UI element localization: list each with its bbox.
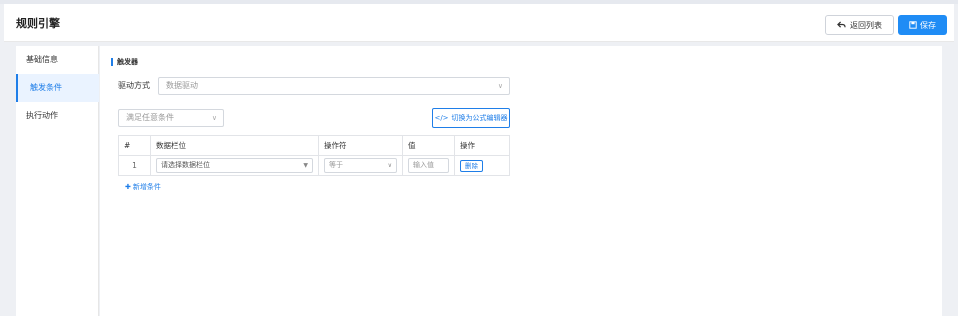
save-button-label: 保存: [920, 20, 936, 30]
table-row: 1 请选择数据栏位 ▼ 等于 ∨ 输入值 删除: [118, 155, 510, 176]
value-input[interactable]: 输入值: [408, 158, 449, 173]
return-arrow-icon: [837, 21, 846, 28]
switch-formula-editor-button[interactable]: </> 切换为公式编辑器: [432, 108, 510, 128]
drive-mode-value: 数据驱动: [166, 81, 198, 90]
code-icon: </>: [434, 114, 449, 122]
value-cell: 输入值: [402, 155, 455, 176]
action-cell: 删除: [454, 155, 510, 176]
operator-select[interactable]: 等于 ∨: [324, 158, 397, 173]
page-title: 规则引擎: [16, 17, 60, 30]
main-panel: 触发器 驱动方式 数据驱动 ∨ 满足任意条件 ∨ </> 切换为公式编辑器 # …: [100, 46, 942, 316]
section-title: 触发器: [111, 57, 138, 67]
save-button[interactable]: 保存: [898, 15, 947, 35]
operator-select-value: 等于: [329, 161, 343, 169]
value-input-placeholder: 输入值: [413, 161, 434, 169]
col-header-field: 数据栏位: [150, 135, 319, 156]
chevron-down-icon: ∨: [497, 82, 503, 90]
sidebar-item-trigger-conditions[interactable]: 触发条件: [16, 74, 99, 102]
chevron-down-icon: ∨: [387, 162, 392, 169]
delete-row-button[interactable]: 删除: [460, 159, 483, 172]
field-cell: 请选择数据栏位 ▼: [150, 155, 319, 176]
field-select-value: 请选择数据栏位: [161, 161, 210, 169]
sidebar: 基础信息 触发条件 执行动作: [16, 46, 99, 316]
col-header-operator: 操作符: [318, 135, 403, 156]
table-header-row: # 数据栏位 操作符 值 操作: [118, 135, 510, 156]
sidebar-item-actions[interactable]: 执行动作: [16, 102, 99, 130]
drive-mode-select[interactable]: 数据驱动 ∨: [158, 77, 510, 95]
section-title-text: 触发器: [117, 58, 138, 66]
add-condition-label: 新增条件: [132, 183, 161, 191]
col-header-action: 操作: [454, 135, 510, 156]
condition-mode-select[interactable]: 满足任意条件 ∨: [118, 109, 224, 127]
sidebar-item-basic-info[interactable]: 基础信息: [16, 46, 99, 74]
chevron-down-icon: ∨: [211, 114, 217, 122]
formula-button-label: 切换为公式编辑器: [451, 114, 508, 122]
operator-cell: 等于 ∨: [318, 155, 403, 176]
row-index: 1: [118, 155, 151, 176]
conditions-table: # 数据栏位 操作符 值 操作 1 请选择数据栏位 ▼ 等于 ∨ 输入值 删除: [118, 135, 510, 176]
drive-mode-label: 驱动方式: [118, 81, 150, 90]
condition-mode-value: 满足任意条件: [126, 113, 174, 122]
back-to-list-button[interactable]: 返回列表: [825, 15, 894, 35]
col-header-index: #: [118, 135, 151, 156]
col-header-value: 值: [402, 135, 455, 156]
field-select[interactable]: 请选择数据栏位 ▼: [156, 158, 313, 173]
back-button-label: 返回列表: [850, 20, 882, 30]
page-header: 规则引擎 返回列表 保存: [4, 4, 954, 42]
caret-down-icon: ▼: [303, 162, 308, 169]
save-icon: [909, 21, 917, 29]
add-condition-button[interactable]: ✚ 新增条件: [125, 182, 161, 192]
section-accent-bar: [111, 58, 113, 66]
plus-icon: ✚: [125, 183, 131, 191]
